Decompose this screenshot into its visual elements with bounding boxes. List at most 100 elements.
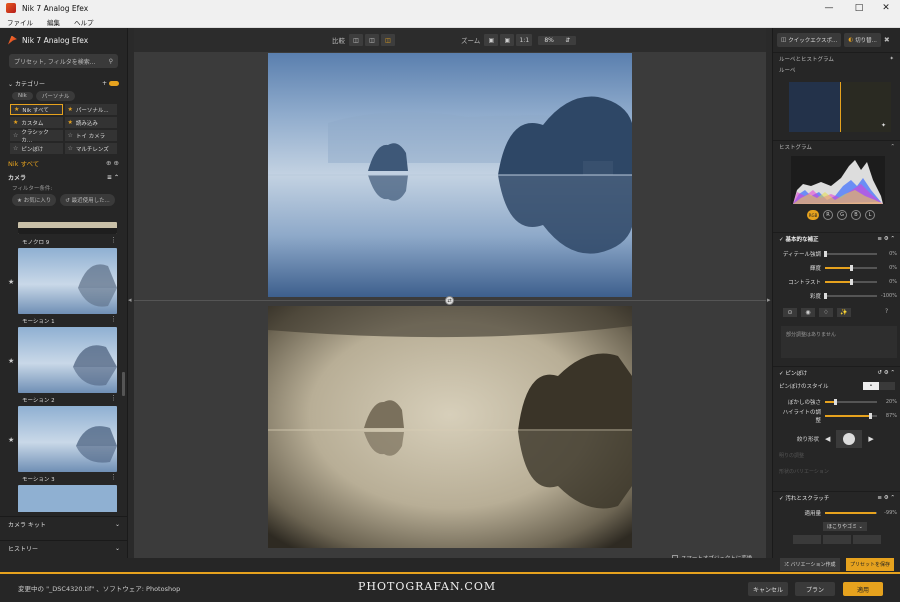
slider-row[interactable]: 輝度 0% [773, 261, 900, 275]
toggle-icon[interactable] [109, 80, 119, 86]
slider-knob[interactable] [834, 399, 838, 405]
dust-header[interactable]: ✓ 汚れとスクラッチ ≡ ⚙ ⌃ [773, 491, 900, 503]
compare-side-button[interactable]: ◫ [365, 34, 379, 46]
chevron-up-icon[interactable]: ⌃ [890, 236, 895, 242]
preview-processed[interactable] [268, 306, 632, 548]
category-import[interactable]: ★ 読み込み [64, 117, 117, 128]
slider-row[interactable]: ぼかしの強さ 20% [773, 395, 900, 409]
list-icon[interactable]: ≡ [877, 495, 882, 501]
basic-header[interactable]: ✓ 基本的な補正 ≡ ⚙ ⌃ [773, 232, 900, 244]
slider-track[interactable] [825, 279, 877, 285]
dust-preset-1[interactable] [793, 535, 821, 544]
slider-knob[interactable] [824, 293, 827, 299]
more-vert-icon[interactable]: ⋮ [110, 315, 117, 323]
category-toy[interactable]: ☆ トイ カメラ [64, 130, 117, 141]
gear-icon[interactable]: ⚙ [884, 370, 889, 376]
shape-icon[interactable]: ♢ [819, 308, 833, 317]
channel-l[interactable]: L [865, 210, 875, 220]
blur-style-1-icon[interactable]: • [863, 382, 879, 390]
star-outline-icon[interactable]: ★ [8, 357, 14, 365]
check-icon[interactable]: ✓ [779, 371, 784, 377]
compare-single-button[interactable]: ◫ [349, 34, 363, 46]
preset-search[interactable]: プリセット, フィルタを検索... ⚲ [9, 54, 118, 68]
channel-b[interactable]: B [851, 210, 861, 220]
make-variation-button[interactable]: ⤮ バリエーション作成 [780, 558, 840, 571]
thumb-mono9[interactable] [18, 222, 117, 234]
control-point-icon[interactable]: ⊙ [783, 308, 797, 317]
search-input[interactable]: プリセット, フィルタを検索... [14, 57, 95, 66]
split-handle-icon[interactable]: ⇄ [445, 296, 454, 305]
category-classic[interactable]: ☆ クラシック カ... [10, 130, 63, 144]
blur-style-2-icon[interactable] [879, 382, 895, 390]
gear-icon[interactable]: ⚙ [884, 236, 889, 242]
slider-track[interactable] [825, 399, 877, 405]
dust-preset-3[interactable] [853, 535, 881, 544]
more-vert-icon[interactable]: ⋮ [110, 473, 117, 481]
gear-icon[interactable]: ⚙ [884, 495, 889, 501]
slider-knob[interactable] [850, 265, 853, 271]
close-window-button[interactable]: ✕ [872, 0, 900, 16]
channel-rgb[interactable]: RGB [807, 210, 819, 220]
add-icon[interactable]: + [102, 80, 107, 87]
loupe-view[interactable] [789, 82, 891, 132]
brush-icon[interactable]: ◉ [801, 308, 815, 317]
menu-edit[interactable]: 編集 [40, 17, 67, 27]
channel-r[interactable]: R [823, 210, 833, 220]
save-preset-button[interactable]: プリセットを保存 [846, 558, 894, 571]
check-icon[interactable]: ✓ [779, 496, 784, 502]
apply-button[interactable]: 適用 [843, 582, 883, 596]
chevron-up-icon[interactable]: ⌃ [890, 370, 895, 376]
more-icon[interactable]: ⊕ [114, 159, 119, 167]
category-multilens[interactable]: ☆ マルチレンズ [64, 143, 117, 154]
quick-export-button[interactable]: ◫ クイックエクスポ... [777, 33, 842, 47]
slider-track[interactable] [824, 293, 877, 299]
camera-kit-section[interactable]: カメラ キット ⌄ [0, 516, 128, 532]
category-personal[interactable]: ★ パーソナル... [64, 104, 117, 115]
reset-icon[interactable]: ↺ [877, 370, 882, 376]
slider-row[interactable]: 彩度 -100% [773, 289, 900, 303]
slider-track[interactable] [825, 265, 877, 271]
thumb-motion2[interactable] [18, 327, 117, 393]
star-outline-icon[interactable]: ★ [8, 278, 14, 286]
chip-personal[interactable]: パーソナル [35, 91, 76, 101]
blur-style-toggle[interactable]: • [863, 382, 895, 390]
category-header[interactable]: ⌄ カテゴリー + [0, 76, 127, 90]
plan-button[interactable]: プラン [795, 582, 835, 596]
chevron-up-icon[interactable]: ⌃ [890, 495, 895, 501]
histogram-header[interactable]: ヒストグラム ⌃ [773, 140, 900, 152]
list-icon[interactable]: ≡ [107, 174, 112, 181]
more-vert-icon[interactable]: ⋮ [110, 394, 117, 402]
dust-select[interactable]: ほこりやゴミ ⌄ [823, 522, 867, 531]
wand-icon[interactable]: ✨ [837, 308, 851, 317]
slider-track[interactable] [825, 413, 877, 419]
pin-icon[interactable]: ✦ [889, 56, 894, 62]
channel-g[interactable]: G [837, 210, 847, 220]
slider-row[interactable]: ディテール強調 0% [773, 247, 900, 261]
zoom-select[interactable]: 8% ⇵ [538, 35, 577, 45]
thumb-scrollbar[interactable] [122, 372, 125, 396]
menu-file[interactable]: ファイル [0, 17, 40, 27]
list-icon[interactable]: ≡ [877, 236, 882, 242]
help-icon[interactable]: ? [885, 308, 888, 315]
blur-header[interactable]: ✓ ピンぼけ ↺ ⚙ ⌃ [773, 366, 900, 378]
history-section[interactable]: ヒストリー ⌄ [0, 540, 128, 556]
prev-shape-icon[interactable]: ◀ [825, 435, 830, 443]
slider-row[interactable]: ハイライトの調整 87% [773, 409, 900, 424]
favorites-button[interactable]: ★ お気に入り [12, 194, 57, 206]
amount-track[interactable] [825, 512, 877, 514]
amount-slider[interactable]: 適用量 -99% [773, 506, 900, 520]
thumb-motion1[interactable] [18, 248, 117, 314]
chip-nik[interactable]: Nik [12, 92, 33, 100]
slider-knob[interactable] [850, 279, 853, 285]
category-blur[interactable]: ☆ ピンぼけ [10, 143, 63, 154]
maximize-button[interactable]: □ [845, 0, 873, 16]
nik-all-header[interactable]: Nik すべて ⊕ ⊕ [0, 156, 127, 170]
collapse-all-icon[interactable]: ✖ [884, 36, 890, 44]
zoom-fill-button[interactable]: ▣ [500, 34, 515, 46]
thumb-motion4[interactable] [18, 485, 117, 512]
slider-knob[interactable] [824, 251, 827, 257]
next-shape-icon[interactable]: ▶ [868, 435, 873, 443]
star-outline-icon[interactable]: ★ [8, 436, 14, 444]
loupe-pin-icon[interactable]: ✦ [881, 122, 886, 129]
category-nik-all[interactable]: ★ Nik すべて [10, 104, 63, 115]
